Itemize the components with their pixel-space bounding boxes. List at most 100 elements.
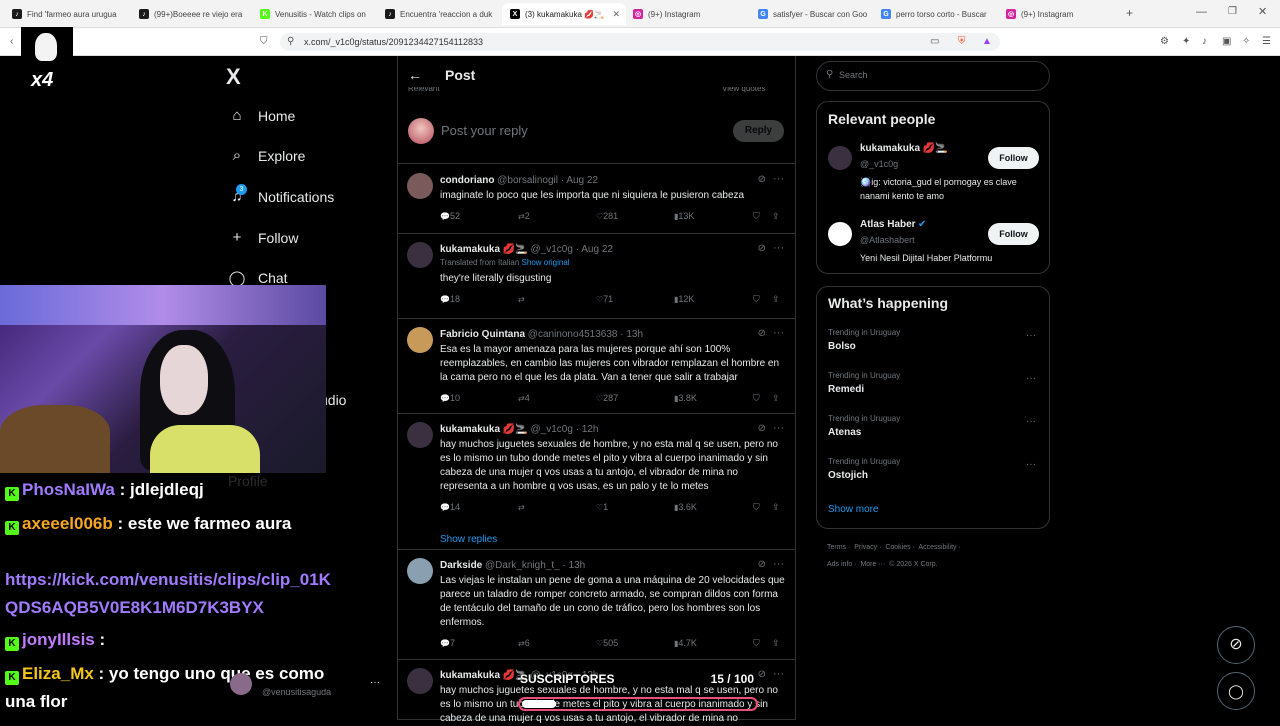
trend-more-icon[interactable]: ··· (1026, 459, 1036, 470)
timestamp[interactable]: Aug 22 (566, 175, 598, 186)
avatar[interactable] (407, 242, 433, 268)
reply-tweet[interactable]: Darkside @Dark_knigh_t_ · 13h ⊘ ··· Las vie… (397, 550, 796, 660)
reply-button[interactable]: Reply (733, 120, 784, 142)
browser-tab[interactable]: K Venusitis - Watch clips on (252, 3, 376, 25)
reply-button[interactable]: 💬 14 (440, 502, 460, 512)
views-button[interactable]: ▮ 3.8K (674, 393, 697, 403)
leo-icon[interactable]: ✧ (1242, 36, 1250, 47)
avatar[interactable] (407, 173, 433, 199)
bookmark-icon[interactable]: ⛉ (753, 502, 760, 513)
more-icon[interactable]: ··· (773, 173, 784, 185)
show-replies-link[interactable]: Show replies (440, 534, 497, 545)
views-button[interactable]: ▮ 4.7K (674, 638, 697, 648)
share-icon[interactable]: ⇪ (772, 638, 780, 649)
retweet-button[interactable]: ⇄ (518, 502, 525, 512)
x-logo-icon[interactable]: X (226, 64, 241, 90)
avatar[interactable] (407, 668, 433, 694)
author-handle[interactable]: @borsalinogil (497, 175, 558, 186)
rewards-icon[interactable]: ▲ (982, 36, 992, 47)
timestamp[interactable]: 12h (582, 424, 599, 435)
brave-shield-icon[interactable]: ⛨ (958, 36, 966, 47)
more-icon[interactable]: ··· (773, 668, 784, 680)
share-icon[interactable]: ⇪ (772, 294, 780, 305)
media-icon[interactable]: ♪ (1202, 36, 1207, 47)
author-handle[interactable]: @Dark_knigh_t_ (485, 560, 560, 571)
nav-item-notifications[interactable]: ♫ 3 Notifications (228, 184, 334, 205)
like-button[interactable]: ♡ 281 (596, 211, 618, 221)
author-handle[interactable]: @_v1c0g (531, 244, 573, 255)
reply-button[interactable]: 💬 7 (440, 638, 455, 648)
bookmark-icon[interactable]: ⛉ (753, 294, 760, 305)
views-button[interactable]: ▮ 12K (674, 294, 694, 304)
sort-relevant[interactable]: Relevant (408, 87, 440, 95)
chat-username[interactable]: Eliza_Mx (22, 664, 94, 683)
author-handle[interactable]: @_v1c0g (531, 424, 573, 435)
reply-button[interactable]: 💬 10 (440, 393, 460, 403)
url-field[interactable]: x.com/_v1c0g/status/2091234427154112833 (280, 33, 1000, 51)
follow-button[interactable]: Follow (988, 147, 1039, 169)
reply-tweet[interactable]: kukamakuka 💋🚬 @_v1c0g · 12h ⊘ ··· hay mucho… (397, 660, 796, 724)
grok-icon[interactable]: ⊘ (758, 328, 766, 339)
maximize-icon[interactable]: ❐ (1228, 6, 1237, 17)
footer-copyright[interactable]: Ads info · More ··· © 2026 X Corp. (827, 561, 938, 568)
browser-tab[interactable]: ♪ Encuentra 'reaccion a duk (377, 3, 501, 25)
bookmark-icon[interactable]: ⛉ (260, 36, 268, 47)
person-name[interactable]: Atlas Haber (860, 219, 916, 230)
share-icon[interactable]: ⇪ (772, 393, 780, 404)
more-icon[interactable]: ··· (773, 558, 784, 570)
browser-tab[interactable]: Gsatisfyer - Buscar con Goo (750, 3, 874, 25)
back-icon[interactable]: ‹ (10, 36, 13, 47)
browser-tab[interactable]: ◎ (9+) Instagram (625, 3, 749, 25)
trend-item[interactable]: Trending in Uruguay Bolso (828, 328, 900, 352)
reply-button[interactable]: 💬 52 (440, 211, 460, 221)
author-name[interactable]: Darkside (440, 560, 482, 571)
nav-item-explore[interactable]: ⌕ Explore (228, 147, 306, 164)
like-button[interactable]: ♡ 287 (596, 393, 618, 403)
avatar[interactable] (407, 327, 433, 353)
share-icon[interactable]: ⇪ (772, 211, 780, 222)
puzzle-icon[interactable]: ✦ (1182, 36, 1190, 47)
timestamp[interactable]: 13h (626, 329, 643, 340)
menu-icon[interactable]: ☰ (1262, 36, 1271, 47)
browser-tab[interactable]: ◎ (9+) Instagram (998, 3, 1122, 25)
like-button[interactable]: ♡ 505 (596, 638, 618, 648)
reply-tweet[interactable]: condoriano @borsalinogil · Aug 22 ⊘ ··· ima… (397, 165, 796, 234)
trend-item[interactable]: Trending in Uruguay Ostojich (828, 457, 900, 481)
chat-username[interactable]: jonyIllsis (22, 630, 95, 649)
timestamp[interactable]: 13h (569, 560, 586, 571)
retweet-button[interactable]: ⇄ 6 (518, 638, 530, 648)
show-more-link[interactable]: Show more (828, 504, 879, 515)
like-button[interactable]: ♡ 1 (596, 502, 608, 512)
grok-icon[interactable]: ⊘ (758, 243, 766, 254)
reply-tweet[interactable]: kukamakuka 💋🚬 @_v1c0g · 12h ⊘ ··· hay mucho… (397, 414, 796, 550)
more-icon[interactable]: ··· (773, 422, 784, 434)
back-arrow-icon[interactable]: ← (408, 67, 422, 83)
reply-tweet[interactable]: kukamakuka 💋🚬 @_v1c0g · Aug 22 ⊘ ··· Transl… (397, 234, 796, 319)
chat-link[interactable]: https://kick.com/venusitis/clips/clip_01… (5, 570, 331, 617)
reply-tweet[interactable]: Fabricio Quintana @caninono4513638 · 13h… (397, 319, 796, 414)
search-input[interactable]: Search (839, 70, 868, 80)
footer-links[interactable]: Terms · Privacy · Cookies · Accessibilit… (827, 544, 961, 551)
person-name[interactable]: kukamakuka 💋🚬 (860, 143, 948, 154)
author-name[interactable]: kukamakuka 💋🚬 (440, 670, 528, 681)
browser-tab[interactable]: ♪ Find 'farmeo aura urugua (4, 3, 128, 25)
trend-more-icon[interactable]: ··· (1026, 373, 1036, 384)
trend-more-icon[interactable]: ··· (1026, 330, 1036, 341)
close-window-icon[interactable]: ✕ (1258, 5, 1267, 18)
nav-item-follow[interactable]: + Follow (228, 229, 299, 246)
trend-more-icon[interactable]: ··· (1026, 416, 1036, 427)
avatar[interactable] (407, 558, 433, 584)
reply-button[interactable]: 💬 18 (440, 294, 460, 304)
wallet-icon[interactable]: ▣ (1222, 36, 1231, 47)
bookmark-icon[interactable]: ⛉ (753, 211, 760, 222)
follow-button[interactable]: Follow (988, 223, 1039, 245)
screen-icon[interactable]: ▭ (930, 36, 939, 47)
retweet-button[interactable]: ⇄ 2 (518, 211, 530, 221)
like-button[interactable]: ♡ 71 (596, 294, 613, 304)
retweet-button[interactable]: ⇄ 4 (518, 393, 530, 403)
chat-username[interactable]: axeeel006b (22, 514, 113, 533)
views-button[interactable]: ▮ 13K (674, 211, 694, 221)
reply-input[interactable]: Post your reply (441, 123, 528, 138)
more-icon[interactable]: ··· (773, 327, 784, 339)
share-icon[interactable]: ⇪ (772, 502, 780, 513)
